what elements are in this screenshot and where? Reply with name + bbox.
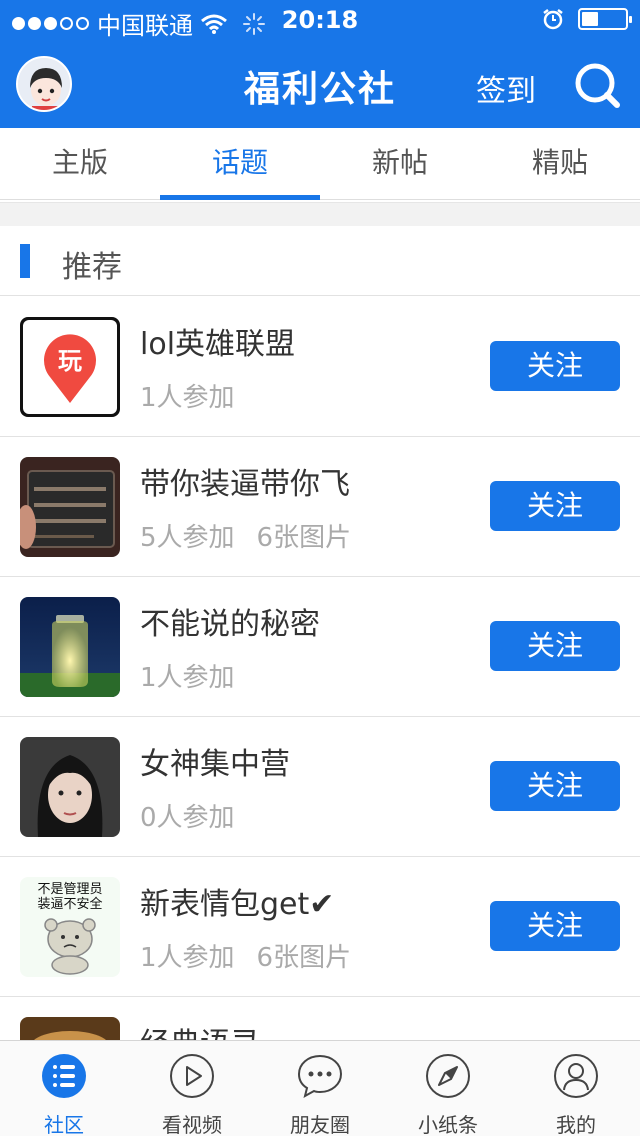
topic-thumbnail — [20, 737, 120, 837]
nav-label: 我的 — [556, 1113, 596, 1136]
thumbnail-text: 装逼不安全 — [37, 896, 102, 912]
topic-thumbnail — [20, 597, 120, 697]
search-icon[interactable] — [572, 60, 622, 110]
checkin-button[interactable]: 签到 — [476, 66, 536, 110]
topic-name: 新表情包get✔ — [140, 887, 335, 922]
follow-button[interactable]: 关注 — [490, 341, 620, 391]
nav-profile[interactable]: 我的 — [512, 1041, 640, 1136]
image-count: 6张图片 — [256, 523, 352, 553]
nav-community[interactable]: 社区 — [0, 1041, 128, 1136]
section-divider — [0, 202, 640, 226]
tab-topics[interactable]: 话题 — [160, 128, 320, 200]
participant-count: 0人参加 — [140, 803, 235, 833]
top-bar: 中国联通 20:18 福利公社 签到 — [0, 0, 640, 128]
topic-thumbnail: 不是管理员 装逼不安全 — [20, 877, 120, 977]
list-item[interactable]: 玩 lol英雄联盟 1人参加 关注 — [0, 297, 640, 437]
nav-notes[interactable]: 小纸条 — [384, 1041, 512, 1136]
topic-tabs: 主版 话题 新帖 精贴 — [0, 128, 640, 200]
topic-list: 玩 lol英雄联盟 1人参加 关注 带你装逼带你飞 5人参加 6张图片 关注 不… — [0, 297, 640, 1040]
topic-meta: 0人参加 — [140, 797, 235, 834]
participant-count: 5人参加 — [140, 523, 235, 553]
alarm-icon — [543, 9, 563, 30]
follow-button[interactable]: 关注 — [490, 621, 620, 671]
play-icon — [170, 1054, 214, 1098]
image-count: 6张图片 — [256, 943, 352, 973]
topic-meta: 1人参加 — [140, 377, 235, 414]
compass-icon — [426, 1054, 470, 1098]
participant-count: 1人参加 — [140, 943, 235, 973]
chat-bubble-icon — [297, 1054, 343, 1098]
thumbnail-text: 不是管理员 — [37, 882, 102, 897]
topic-name: 带你装逼带你飞 — [140, 467, 350, 502]
list-item[interactable]: 女神集中营 0人参加 关注 — [0, 717, 640, 857]
section-title: 推荐 — [62, 250, 122, 285]
topic-name: 经典语录 — [140, 1019, 260, 1040]
follow-button[interactable]: 关注 — [490, 481, 620, 531]
status-bar: 中国联通 20:18 — [0, 0, 640, 40]
thumbnail-text: 玩 — [58, 347, 82, 375]
topic-name: 不能说的秘密 — [140, 607, 320, 642]
page-title: 福利公社 — [243, 69, 396, 110]
tab-featured[interactable]: 精贴 — [480, 128, 640, 200]
participant-count: 1人参加 — [140, 383, 235, 413]
topic-meta: 1人参加 — [140, 657, 235, 694]
section-marker — [20, 244, 30, 278]
nav-moments[interactable]: 朋友圈 — [256, 1041, 384, 1136]
nav-label: 社区 — [44, 1113, 84, 1136]
follow-button[interactable]: 关注 — [490, 761, 620, 811]
list-item[interactable]: 不是管理员 装逼不安全 新表情包get✔ 1人参加 6张图片 关注 — [0, 857, 640, 997]
topic-thumbnail: 玩 — [20, 317, 120, 417]
list-item[interactable]: 不能说的秘密 1人参加 关注 — [0, 577, 640, 717]
follow-button[interactable]: 关注 — [490, 901, 620, 951]
nav-label: 朋友圈 — [290, 1113, 350, 1136]
user-icon — [554, 1054, 598, 1098]
participant-count: 1人参加 — [140, 663, 235, 693]
nav-label: 小纸条 — [418, 1113, 478, 1136]
topic-name: 女神集中营 — [140, 747, 290, 782]
nav-videos[interactable]: 看视频 — [128, 1041, 256, 1136]
battery-icon — [578, 8, 632, 30]
topic-meta: 1人参加 6张图片 — [140, 937, 351, 974]
list-icon — [42, 1054, 86, 1098]
topic-thumbnail — [20, 1017, 120, 1040]
nav-label: 看视频 — [162, 1113, 222, 1136]
tab-main[interactable]: 主版 — [0, 128, 160, 200]
topic-thumbnail — [20, 457, 120, 557]
list-item[interactable]: 经典语录 — [0, 997, 640, 1040]
list-item[interactable]: 带你装逼带你飞 5人参加 6张图片 关注 — [0, 437, 640, 577]
app-header: 福利公社 签到 — [0, 40, 640, 128]
section-header: 推荐 — [0, 226, 640, 296]
bottom-nav: 社区 看视频 朋友圈 小纸条 我的 — [0, 1040, 640, 1136]
tab-new-posts[interactable]: 新帖 — [320, 128, 480, 200]
topic-name: lol英雄联盟 — [140, 327, 296, 362]
topic-meta: 5人参加 6张图片 — [140, 517, 351, 554]
